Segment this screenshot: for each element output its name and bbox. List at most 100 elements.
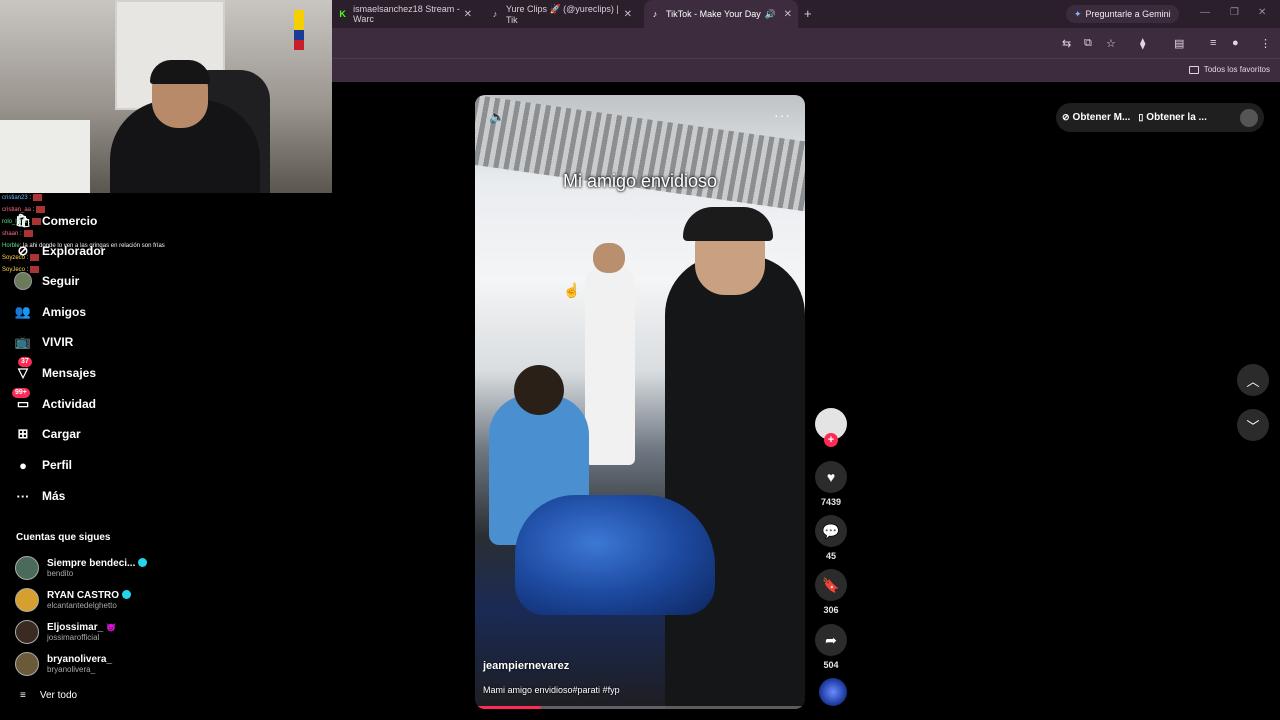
avatar <box>15 588 39 612</box>
account-name: bryanolivera_ <box>47 653 113 665</box>
save-button[interactable]: 🔖 306 <box>815 569 847 615</box>
avatar <box>15 556 39 580</box>
see-all-label: Ver todo <box>39 690 78 701</box>
sidebar-item-label: Comercio <box>42 214 98 228</box>
chat-user: cristian23 <box>2 195 28 201</box>
sidebar-item-amigos[interactable]: 👥 Amigos <box>14 301 86 323</box>
sidebar-item-perfil[interactable]: ● Perfil <box>14 454 72 476</box>
sidebar-item-label: Actividad <box>42 397 97 411</box>
minimize-icon[interactable]: — <box>1200 7 1210 18</box>
creator-avatar[interactable]: + <box>815 408 847 447</box>
volume-icon[interactable]: 🔈 <box>489 109 505 125</box>
extensions-icon[interactable]: ⧫ <box>1140 37 1145 50</box>
gemini-button[interactable]: ✦ Preguntarle a Gemini <box>1066 5 1179 23</box>
new-tab-button[interactable]: + <box>804 6 812 21</box>
video-person-middle-head <box>593 243 625 273</box>
sidebar-item-explorador[interactable]: ⊘ Explorador <box>14 240 106 262</box>
all-bookmarks-folder[interactable]: Todos los favoritos <box>1188 65 1270 74</box>
get-app-label: Obtener la ... <box>1146 112 1207 123</box>
media-icon[interactable]: ≡ <box>1210 37 1216 49</box>
more-options-icon[interactable]: ··· <box>774 107 791 123</box>
close-window-icon[interactable]: ✕ <box>1258 7 1266 18</box>
compass-icon: ⊘ <box>17 243 29 258</box>
sidebar-item-cargar[interactable]: ⊞ Cargar <box>14 423 81 445</box>
sidebar-item-mas[interactable]: ··· Más <box>14 485 66 507</box>
sidebar-item-label: Mensajes <box>42 366 97 380</box>
next-video-button[interactable]: ﹀ <box>1237 409 1269 441</box>
video-progress-bar[interactable] <box>475 706 805 709</box>
see-all-button[interactable]: ≡ Ver todo <box>20 690 77 701</box>
video-player[interactable]: 🔈 ··· Mi amigo envidioso jeampiernevarez… <box>475 95 805 709</box>
close-tab-icon[interactable]: ✕ <box>464 9 472 20</box>
tab-tiktok-active[interactable]: ♪ TikTok - Make Your Day 🔊 ✕ <box>644 0 798 28</box>
folder-icon <box>1188 65 1199 74</box>
webcam-fan <box>0 120 90 193</box>
bookmark-star-icon[interactable]: ☆ <box>1106 37 1116 50</box>
video-person-middle <box>585 243 635 465</box>
tab-stream[interactable]: K ismaelsanchez18 Stream - Warc ✕ <box>332 0 478 28</box>
profile-avatar-icon[interactable]: ● <box>1232 37 1239 49</box>
save-count: 306 <box>823 605 839 615</box>
followed-account[interactable]: RYAN CASTRO elcantantedelghetto <box>15 587 132 613</box>
tiktok-favicon-icon: ♪ <box>652 9 658 19</box>
profile-icon: ● <box>19 457 27 473</box>
share-button[interactable]: ➦ 504 <box>815 624 847 670</box>
get-app-button[interactable]: ▯ Obtener la ... <box>1138 112 1207 123</box>
cast-icon[interactable]: ⧉ <box>1084 37 1092 50</box>
get-coins-label: Obtener M... <box>1072 112 1131 123</box>
menu-kebab-icon[interactable]: ⋮ <box>1260 37 1271 50</box>
sidebar-item-mensajes[interactable]: ▽ 37 Mensajes <box>14 357 97 384</box>
sidebar-item-label: Amigos <box>42 305 87 319</box>
stream-chat: cristian23 : cristian_aa : rolo_luna : s… <box>2 192 202 276</box>
live-icon: 📺 <box>14 334 32 349</box>
followed-account[interactable]: Eljossimar_ 😈 jossimarofficial <box>15 619 116 645</box>
close-tab-icon[interactable]: ✕ <box>784 9 792 20</box>
account-name: RYAN CASTRO <box>47 589 120 601</box>
follow-plus-icon[interactable]: + <box>824 433 838 447</box>
following-avatar-icon <box>14 272 32 290</box>
tab-label: ismaelsanchez18 Stream - Warc <box>353 4 460 24</box>
emote-icon <box>33 193 43 201</box>
chevron-up-icon: ︿ <box>1246 373 1260 389</box>
tab-label: Yure Clips 🚀 (@yureclips) | Tik <box>505 3 619 25</box>
verified-icon <box>138 557 148 567</box>
friends-icon: 👥 <box>14 304 32 319</box>
comment-button[interactable]: 💬 45 <box>815 515 847 561</box>
heart-icon: ♥ <box>815 461 847 493</box>
translate-icon[interactable]: ⇆ <box>1062 37 1071 50</box>
verified-icon <box>122 589 132 599</box>
sidepanel-icon[interactable]: ▤ <box>1174 37 1184 50</box>
chat-line: cristian23 : <box>2 192 202 204</box>
video-roof <box>475 95 805 212</box>
maximize-icon[interactable]: ❐ <box>1230 7 1239 18</box>
tab-yure-clips[interactable]: ♪ Yure Clips 🚀 (@yureclips) | Tik ✕ <box>484 0 638 28</box>
sidebar-item-actividad[interactable]: ▭ 99+ Actividad <box>12 388 97 415</box>
account-handle: bendito <box>47 568 74 578</box>
speaker-icon[interactable]: 🔊 <box>765 9 776 20</box>
sidebar-item-label: Más <box>42 489 66 503</box>
music-disc-icon[interactable] <box>819 678 847 706</box>
video-progress-fill <box>475 706 541 709</box>
webcam-flag <box>294 10 304 50</box>
followed-account[interactable]: bryanolivera_ bryanolivera_ <box>15 651 112 677</box>
sidebar-item-label: Seguir <box>42 274 80 288</box>
sidebar-item-seguir[interactable]: Seguir <box>14 270 79 292</box>
chevron-down-icon: ﹀ <box>1246 418 1260 434</box>
browser-toolbar: ⇆ ⧉ ☆ ⧫ ▤ ≡ ● ⋮ <box>332 28 1280 58</box>
sidebar-item-comercio[interactable]: 🛍 Comercio <box>14 210 98 232</box>
get-coins-button[interactable]: ⊘ Obtener M... <box>1062 112 1130 123</box>
account-info: Siempre bendeci... bendito <box>47 557 148 579</box>
account-info: bryanolivera_ bryanolivera_ <box>47 654 112 675</box>
chat-text: : <box>29 195 32 201</box>
previous-video-button[interactable]: ︿ <box>1237 364 1269 396</box>
account-name-row: Siempre bendeci... <box>47 557 148 569</box>
user-avatar[interactable] <box>1240 108 1258 127</box>
bookmarks-folder-label: Todos los favoritos <box>1203 65 1270 74</box>
like-button[interactable]: ♥ 7439 <box>815 461 847 507</box>
followed-account[interactable]: Siempre bendeci... bendito <box>15 555 148 581</box>
close-tab-icon[interactable]: ✕ <box>624 9 632 20</box>
sidebar-item-vivir[interactable]: 📺 VIVIR <box>14 331 73 353</box>
more-icon: ··· <box>16 488 30 504</box>
video-author[interactable]: jeampiernevarez <box>483 660 569 672</box>
avatar <box>15 652 39 676</box>
